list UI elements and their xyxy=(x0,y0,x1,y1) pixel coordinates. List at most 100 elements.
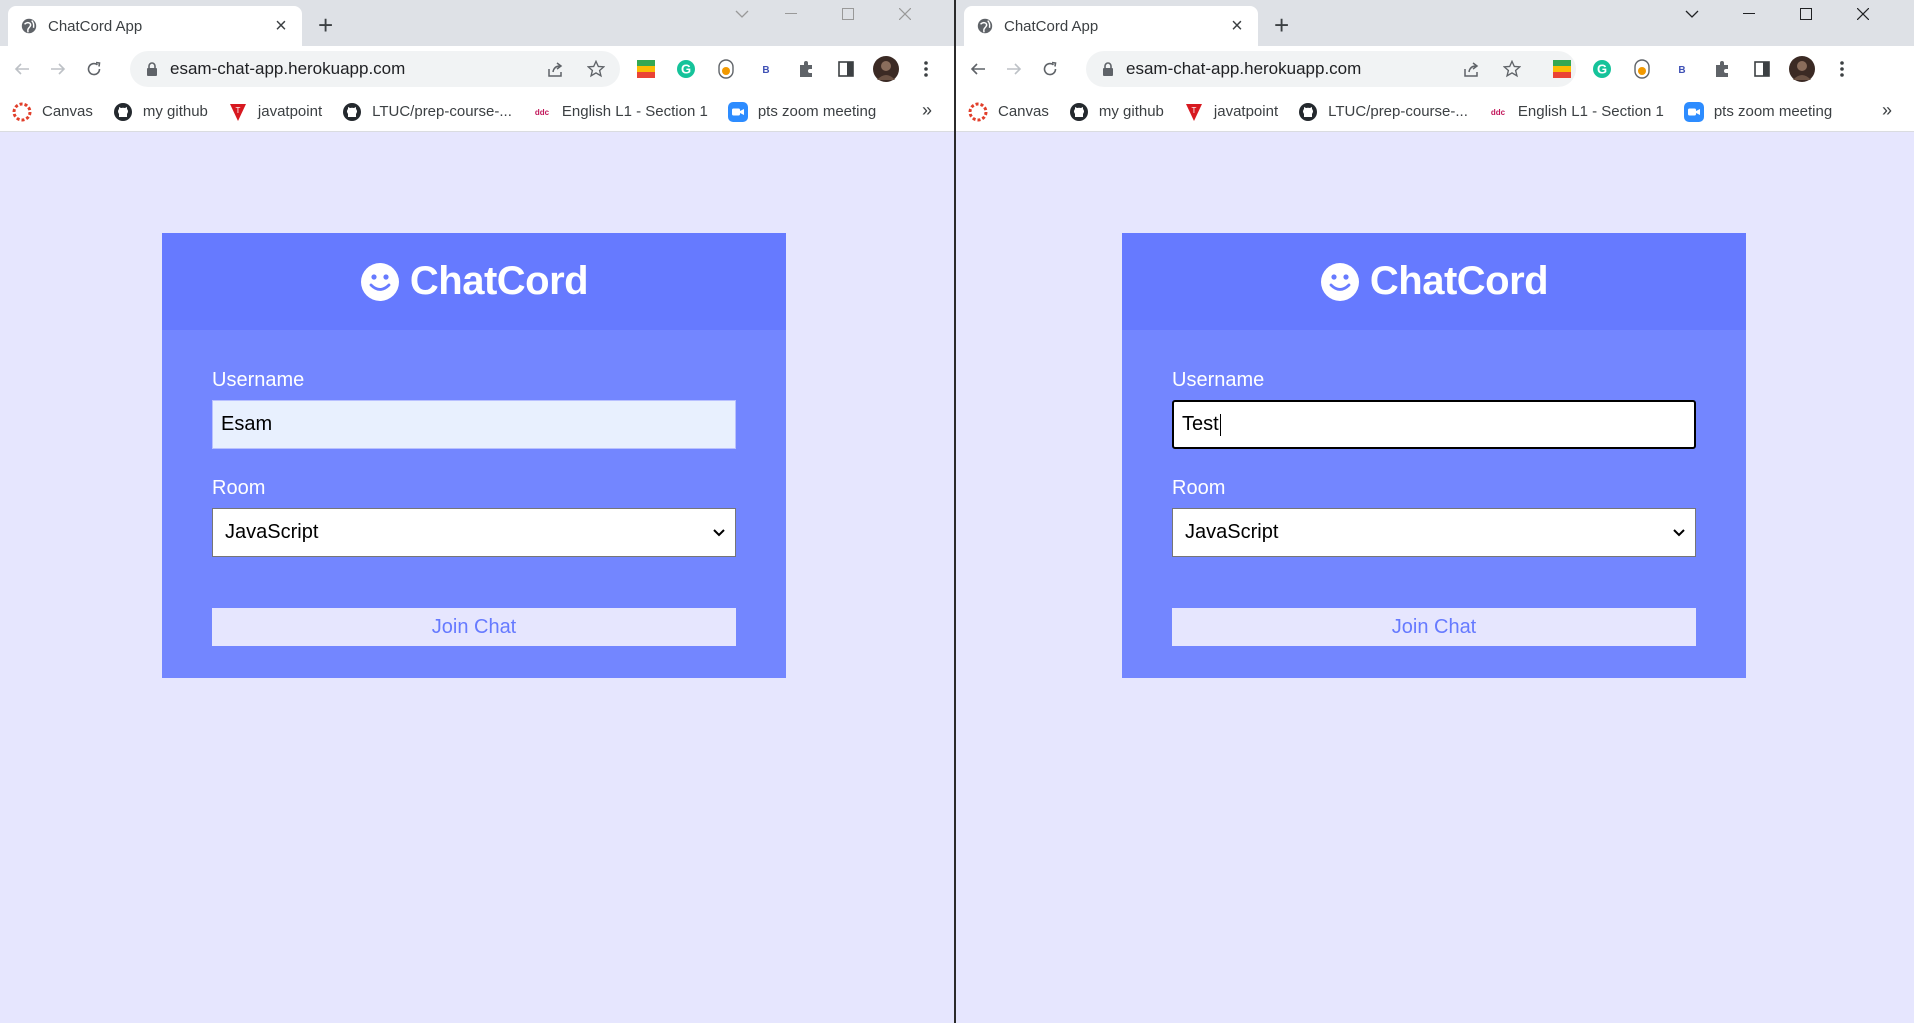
svg-text:T: T xyxy=(1191,106,1196,115)
svg-text:T: T xyxy=(235,106,240,115)
grammarly-icon[interactable]: G xyxy=(666,51,706,87)
svg-text:G: G xyxy=(1597,62,1607,77)
forward-arrow-icon[interactable] xyxy=(40,51,76,87)
browser-toolbar: esam-chat-app.herokuapp.com G B xyxy=(956,46,1914,92)
room-selected-value: JavaScript xyxy=(1185,521,1279,543)
browser-tab[interactable]: ChatCord App × xyxy=(8,6,302,46)
back-arrow-icon[interactable] xyxy=(960,51,996,87)
chevron-down-icon xyxy=(713,528,725,536)
more-bookmarks-icon[interactable]: » xyxy=(922,100,932,121)
browser-tab[interactable]: ChatCord App × xyxy=(964,6,1258,46)
url-text: esam-chat-app.herokuapp.com xyxy=(1126,59,1362,78)
close-tab-icon[interactable]: × xyxy=(270,16,292,36)
bookmark-zoom[interactable]: pts zoom meeting xyxy=(727,101,876,122)
github-icon xyxy=(342,102,362,122)
extensions-bar: G B xyxy=(626,51,946,87)
join-chat-button[interactable]: Join Chat xyxy=(212,608,736,646)
bookmark-label: my github xyxy=(142,103,208,120)
bookmark-ltuc[interactable]: LTUC/prep-course-... xyxy=(342,102,512,122)
browser-window-right: ChatCord App × + esam-chat-app.herokuapp… xyxy=(956,0,1914,1023)
maximize-icon[interactable] xyxy=(1777,0,1834,28)
bookmark-label: pts zoom meeting xyxy=(1713,103,1833,120)
extension-orange-icon[interactable] xyxy=(706,51,746,87)
room-select[interactable]: JavaScript xyxy=(1172,508,1696,557)
side-panel-icon[interactable] xyxy=(1742,51,1782,87)
window-controls xyxy=(722,0,933,30)
username-label: Username xyxy=(1172,369,1265,391)
tab-title: ChatCord App xyxy=(48,17,143,35)
bookmark-github[interactable]: my github xyxy=(1069,102,1164,122)
extension-b-icon[interactable]: B xyxy=(1662,51,1702,87)
card-header: ChatCord xyxy=(1122,233,1746,330)
avatar[interactable] xyxy=(1782,51,1822,87)
reload-icon[interactable] xyxy=(1032,51,1068,87)
text-caret xyxy=(1219,413,1221,436)
bookmark-label: English L1 - Section 1 xyxy=(1517,103,1664,120)
bookmark-canvas[interactable]: Canvas xyxy=(12,102,93,122)
room-select[interactable]: JavaScript xyxy=(212,508,736,557)
extension-b-icon[interactable]: B xyxy=(746,51,786,87)
omnibox-actions xyxy=(536,51,616,87)
username-input[interactable]: Test xyxy=(1172,400,1696,449)
ddc-icon: ddc xyxy=(532,102,552,122)
share-icon[interactable] xyxy=(536,51,576,87)
back-arrow-icon[interactable] xyxy=(4,51,40,87)
username-value: Test xyxy=(1182,413,1219,435)
bookmark-ltuc[interactable]: LTUC/prep-course-... xyxy=(1298,102,1468,122)
close-window-icon[interactable] xyxy=(1834,0,1891,28)
room-label: Room xyxy=(1172,477,1226,499)
close-window-icon[interactable] xyxy=(876,0,933,28)
grammarly-icon[interactable]: G xyxy=(1582,51,1622,87)
reload-icon[interactable] xyxy=(76,51,112,87)
canvas-icon xyxy=(12,102,32,122)
puzzle-icon[interactable] xyxy=(1702,51,1742,87)
forward-arrow-icon[interactable] xyxy=(996,51,1032,87)
window-controls xyxy=(1663,0,1891,30)
star-icon[interactable] xyxy=(1492,51,1532,87)
join-chat-button[interactable]: Join Chat xyxy=(1172,608,1696,646)
extension-colors-icon[interactable] xyxy=(626,51,666,87)
more-bookmarks-icon[interactable]: » xyxy=(1882,100,1892,121)
minimize-icon[interactable] xyxy=(1720,0,1777,28)
puzzle-icon[interactable] xyxy=(786,51,826,87)
bookmark-label: LTUC/prep-course-... xyxy=(372,103,512,120)
extension-orange-icon[interactable] xyxy=(1622,51,1662,87)
new-tab-button[interactable]: + xyxy=(1274,12,1289,38)
bookmark-label: Canvas xyxy=(998,103,1049,120)
side-panel-icon[interactable] xyxy=(826,51,866,87)
lock-icon xyxy=(1103,62,1113,76)
desktop: ChatCord App × + esam-chat-app.herokuapp… xyxy=(0,0,1914,1023)
bookmark-english[interactable]: ddc English L1 - Section 1 xyxy=(1488,102,1664,122)
extensions-bar: G B xyxy=(1542,51,1862,87)
chevron-down-icon[interactable] xyxy=(722,0,762,28)
globe-icon xyxy=(977,18,993,34)
new-tab-button[interactable]: + xyxy=(318,12,333,38)
extension-colors-icon[interactable] xyxy=(1542,51,1582,87)
bookmark-label: English L1 - Section 1 xyxy=(561,103,708,120)
minimize-icon[interactable] xyxy=(762,0,819,28)
bookmarks-bar: Canvas my github Tjavatpoint LTUC/prep-c… xyxy=(956,92,1914,132)
bookmark-github[interactable]: my github xyxy=(113,102,208,122)
tab-title: ChatCord App xyxy=(1004,17,1099,35)
username-input[interactable]: Esam xyxy=(212,400,736,449)
ddc-icon: ddc xyxy=(1488,102,1508,122)
bookmark-javatpoint[interactable]: Tjavatpoint xyxy=(1184,102,1278,122)
avatar[interactable] xyxy=(866,51,906,87)
bookmark-canvas[interactable]: Canvas xyxy=(968,102,1049,122)
bookmark-zoom[interactable]: pts zoom meeting xyxy=(1683,101,1833,122)
share-icon[interactable] xyxy=(1452,51,1492,87)
room-selected-value: JavaScript xyxy=(225,521,319,543)
svg-text:ddc: ddc xyxy=(1491,108,1506,117)
chevron-down-icon[interactable] xyxy=(1663,0,1720,28)
bookmark-javatpoint[interactable]: Tjavatpoint xyxy=(228,102,322,122)
star-icon[interactable] xyxy=(576,51,616,87)
brand-title: ChatCord xyxy=(409,259,589,303)
bookmark-english[interactable]: ddc English L1 - Section 1 xyxy=(532,102,708,122)
javatpoint-icon: T xyxy=(1184,102,1204,122)
kebab-menu-icon[interactable] xyxy=(906,51,946,87)
kebab-menu-icon[interactable] xyxy=(1822,51,1862,87)
close-tab-icon[interactable]: × xyxy=(1226,16,1248,36)
bookmark-label: LTUC/prep-course-... xyxy=(1328,103,1468,120)
maximize-icon[interactable] xyxy=(819,0,876,28)
username-value: Esam xyxy=(221,413,273,435)
